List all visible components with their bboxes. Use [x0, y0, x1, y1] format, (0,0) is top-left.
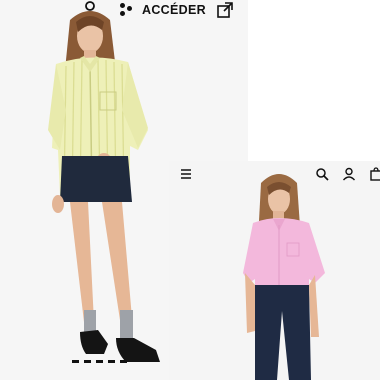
shopping-bag-icon[interactable]: [369, 167, 380, 181]
access-button[interactable]: ACCÉDER: [120, 2, 206, 18]
carousel-dot[interactable]: [108, 360, 115, 363]
hanger-loop-icon: [85, 1, 95, 11]
product-image-pink-shirt[interactable]: [169, 161, 380, 380]
carousel-indicator: [72, 360, 127, 363]
carousel-dot[interactable]: [72, 360, 79, 363]
access-button-label: ACCÉDER: [142, 3, 206, 17]
search-icon[interactable]: [315, 167, 329, 181]
carousel-dot[interactable]: [120, 360, 127, 363]
carousel-dot[interactable]: [84, 360, 91, 363]
model-photo-pink-shirt: [169, 161, 380, 380]
carousel-dot[interactable]: [96, 360, 103, 363]
external-link-icon[interactable]: [216, 1, 234, 19]
user-icon[interactable]: [342, 167, 356, 181]
hamburger-menu-icon[interactable]: [179, 167, 193, 181]
dots-icon: [120, 3, 134, 17]
